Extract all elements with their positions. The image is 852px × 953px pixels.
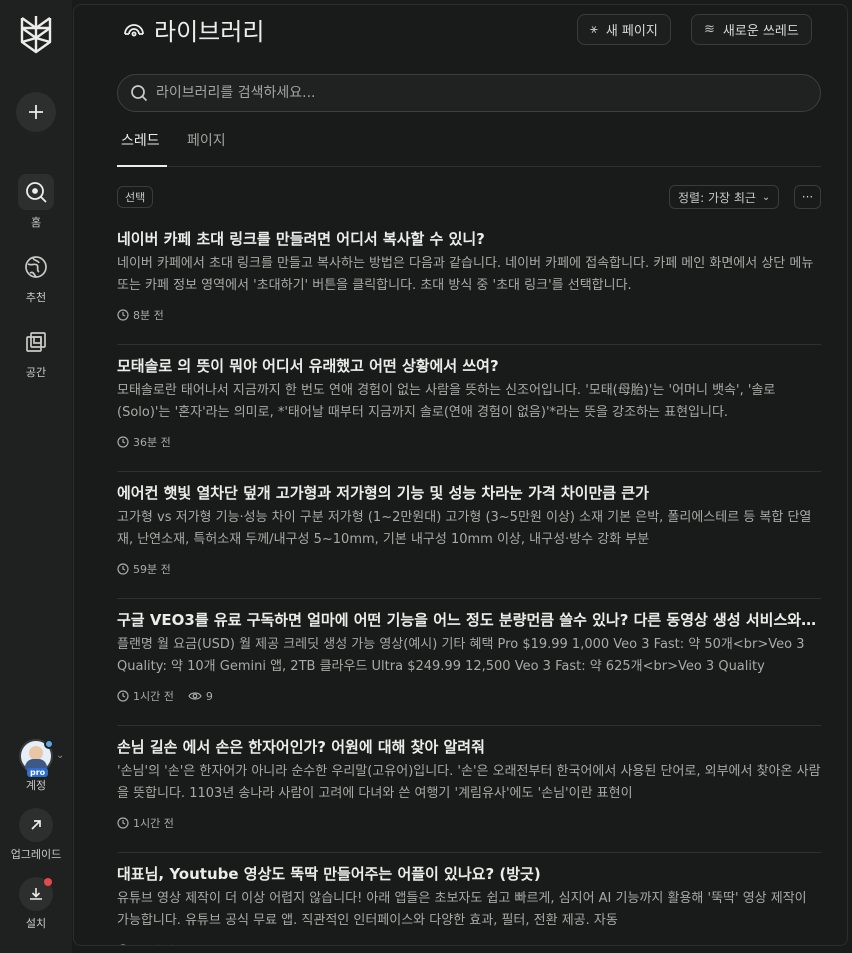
search-box[interactable] [117, 74, 821, 112]
thread-snippet: 유튜브 영상 제작이 더 이상 어렵지 않습니다! 아래 앱들은 초보자도 쉽고… [117, 891, 807, 928]
sidebar-item-label: 홈 [30, 216, 42, 229]
page-header: 라이브러리 [122, 13, 265, 46]
arrow-up-right-icon [31, 820, 41, 830]
thread-row[interactable]: 모태솔로 의 뜻이 뭐야 어디서 유래했고 어떤 상황에서 쓰여? 모태솔로란 … [117, 345, 821, 472]
install-label: 설치 [25, 917, 47, 930]
thread-views: 46 [206, 944, 220, 946]
notification-dot [44, 878, 52, 886]
sidebar-item-home[interactable]: 홈 [0, 174, 72, 230]
install-button[interactable]: 설치 [0, 877, 72, 931]
clock-icon [117, 436, 129, 448]
sidebar-item-label: 추천 [25, 291, 47, 304]
thread-title[interactable]: 대표님, Youtube 영상도 뚝딱 만들어주는 어플이 있나요? (방긋) [117, 863, 821, 884]
thread-meta: 8분 전 [117, 307, 178, 323]
online-dot-icon [44, 739, 54, 749]
thread-row[interactable]: 구글 VEO3를 유료 구독하면 얼마에 어떤 기능을 어느 정도 분량먼큼 쓸… [117, 599, 821, 726]
clock-icon [117, 563, 129, 575]
tab-threads[interactable]: 스레드 [121, 130, 160, 150]
sort-dropdown[interactable]: 정렬: 가장 최근 ⌄ [669, 185, 780, 209]
sidebar-item-spaces[interactable]: 공간 [0, 324, 72, 380]
thread-meta: 59분 전 [117, 561, 185, 577]
thread-title[interactable]: 모태솔로 의 뜻이 뭐야 어디서 유래했고 어떤 상황에서 쓰여? [117, 355, 821, 376]
library-panel: 라이브러리 ⚹ 새 페이지 ≋ 새로운 쓰레드 스레드 페이지 선택 정렬: 가… [73, 4, 848, 946]
thread-snippet: 모태솔로란 태어나서 지금까지 한 번도 연애 경험이 없는 사람을 뜻하는 신… [117, 383, 776, 420]
clock-icon [120, 944, 126, 945]
waves-icon: ≋ [704, 22, 715, 37]
thread-time: 36분 전 [133, 436, 171, 449]
thread-meta: 1시간 전 9 [117, 688, 227, 704]
new-thread-header-button[interactable]: ≋ 새로운 쓰레드 [691, 14, 812, 45]
search-icon [131, 85, 148, 102]
thread-title[interactable]: 에어컨 햇빛 열차단 덮개 고가형과 저가형의 기능 및 성능 차라눈 가격 차… [117, 482, 821, 503]
download-icon [30, 888, 42, 900]
eye-icon [188, 944, 202, 946]
chevron-down-icon[interactable]: ⌄ [56, 750, 64, 761]
perplexity-logo-icon[interactable] [16, 12, 56, 56]
search-input[interactable] [156, 85, 756, 101]
thread-meta: 36분 전 [117, 434, 185, 450]
eye-icon [188, 692, 202, 700]
thread-row[interactable]: 대표님, Youtube 영상도 뚝딱 만들어주는 어플이 있나요? (방긋) … [117, 853, 821, 946]
thread-list: 네이버 카페 초대 링크를 만들려면 어디서 복사할 수 있니? 네이버 카페에… [117, 218, 821, 946]
account-label: 계정 [25, 779, 47, 792]
library-icon [124, 24, 144, 37]
avatar: pro [19, 739, 54, 777]
pro-badge: pro [27, 768, 49, 777]
thread-time: 3시간 전 [133, 942, 174, 945]
thread-time: 1시간 전 [133, 817, 174, 830]
upgrade-label: 업그레이드 [10, 848, 62, 861]
sidebar-item-label: 공간 [25, 366, 47, 379]
thread-title[interactable]: 네이버 카페 초대 링크를 만들려면 어디서 복사할 수 있니? [117, 228, 821, 249]
thread-title[interactable]: 구글 VEO3를 유료 구독하면 얼마에 어떤 기능을 어느 정도 분량먼큼 쓸… [117, 609, 821, 630]
left-rail: 홈 추천 공간 pro 계정 ⌄ 업그레이드 설치 [0, 0, 72, 953]
new-page-button[interactable]: ⚹ 새 페이지 [577, 14, 671, 45]
active-tab-indicator [117, 165, 167, 167]
sparkle-icon: ⚹ [590, 22, 598, 37]
thread-row[interactable]: 네이버 카페 초대 링크를 만들려면 어디서 복사할 수 있니? 네이버 카페에… [117, 218, 821, 345]
tab-pages[interactable]: 페이지 [187, 130, 226, 150]
thread-snippet: '손님'의 '손'은 한자어가 아니라 순수한 우리말(고유어)입니다. '손'… [117, 764, 821, 801]
clock-icon [117, 817, 129, 829]
select-button[interactable]: 선택 [117, 186, 154, 208]
clock-icon [117, 309, 129, 321]
clock-icon [117, 690, 129, 702]
tab-bar: 스레드 페이지 [117, 125, 821, 167]
thread-time: 59분 전 [133, 563, 171, 576]
thread-meta: 1시간 전 [117, 815, 188, 831]
thread-snippet: 네이버 카페에서 초대 링크를 만들고 복사하는 방법은 다음과 같습니다. 네… [117, 256, 814, 293]
thread-time: 1시간 전 [133, 690, 174, 703]
plus-icon [29, 105, 43, 119]
page-title: 라이브러리 [154, 17, 265, 46]
thread-snippet: 고가형 vs 저가형 기능·성능 차이 구분 저가형 (1~2만원대) 고가형 … [117, 510, 812, 547]
thread-snippet: 플랜명 월 요금(USD) 월 제공 크레딧 생성 가능 영상(예시) 기타 혜… [117, 637, 805, 674]
more-options-button[interactable]: ··· [794, 185, 821, 209]
globe-icon [18, 249, 54, 285]
chevron-down-icon: ⌄ [761, 191, 771, 203]
account-button[interactable]: pro 계정 [0, 739, 72, 793]
thread-views: 9 [205, 689, 213, 703]
spaces-icon [18, 324, 54, 360]
thread-time: 8분 전 [133, 309, 164, 322]
thread-row[interactable]: 손님 길손 에서 손은 한자어인가? 어원에 대해 찾아 알려줘 '손님'의 '… [117, 726, 821, 853]
thread-title[interactable]: 손님 길손 에서 손은 한자어인가? 어원에 대해 찾아 알려줘 [117, 736, 821, 757]
sidebar-item-discover[interactable]: 추천 [0, 249, 72, 305]
thread-row[interactable]: 에어컨 햇빛 열차단 덮개 고가형과 저가형의 기능 및 성능 차라눈 가격 차… [117, 472, 821, 599]
search-home-icon [18, 174, 54, 210]
thread-meta: 3시간 전 46 [117, 942, 234, 946]
new-thread-button[interactable] [16, 92, 56, 132]
upgrade-button[interactable]: 업그레이드 [0, 808, 72, 862]
